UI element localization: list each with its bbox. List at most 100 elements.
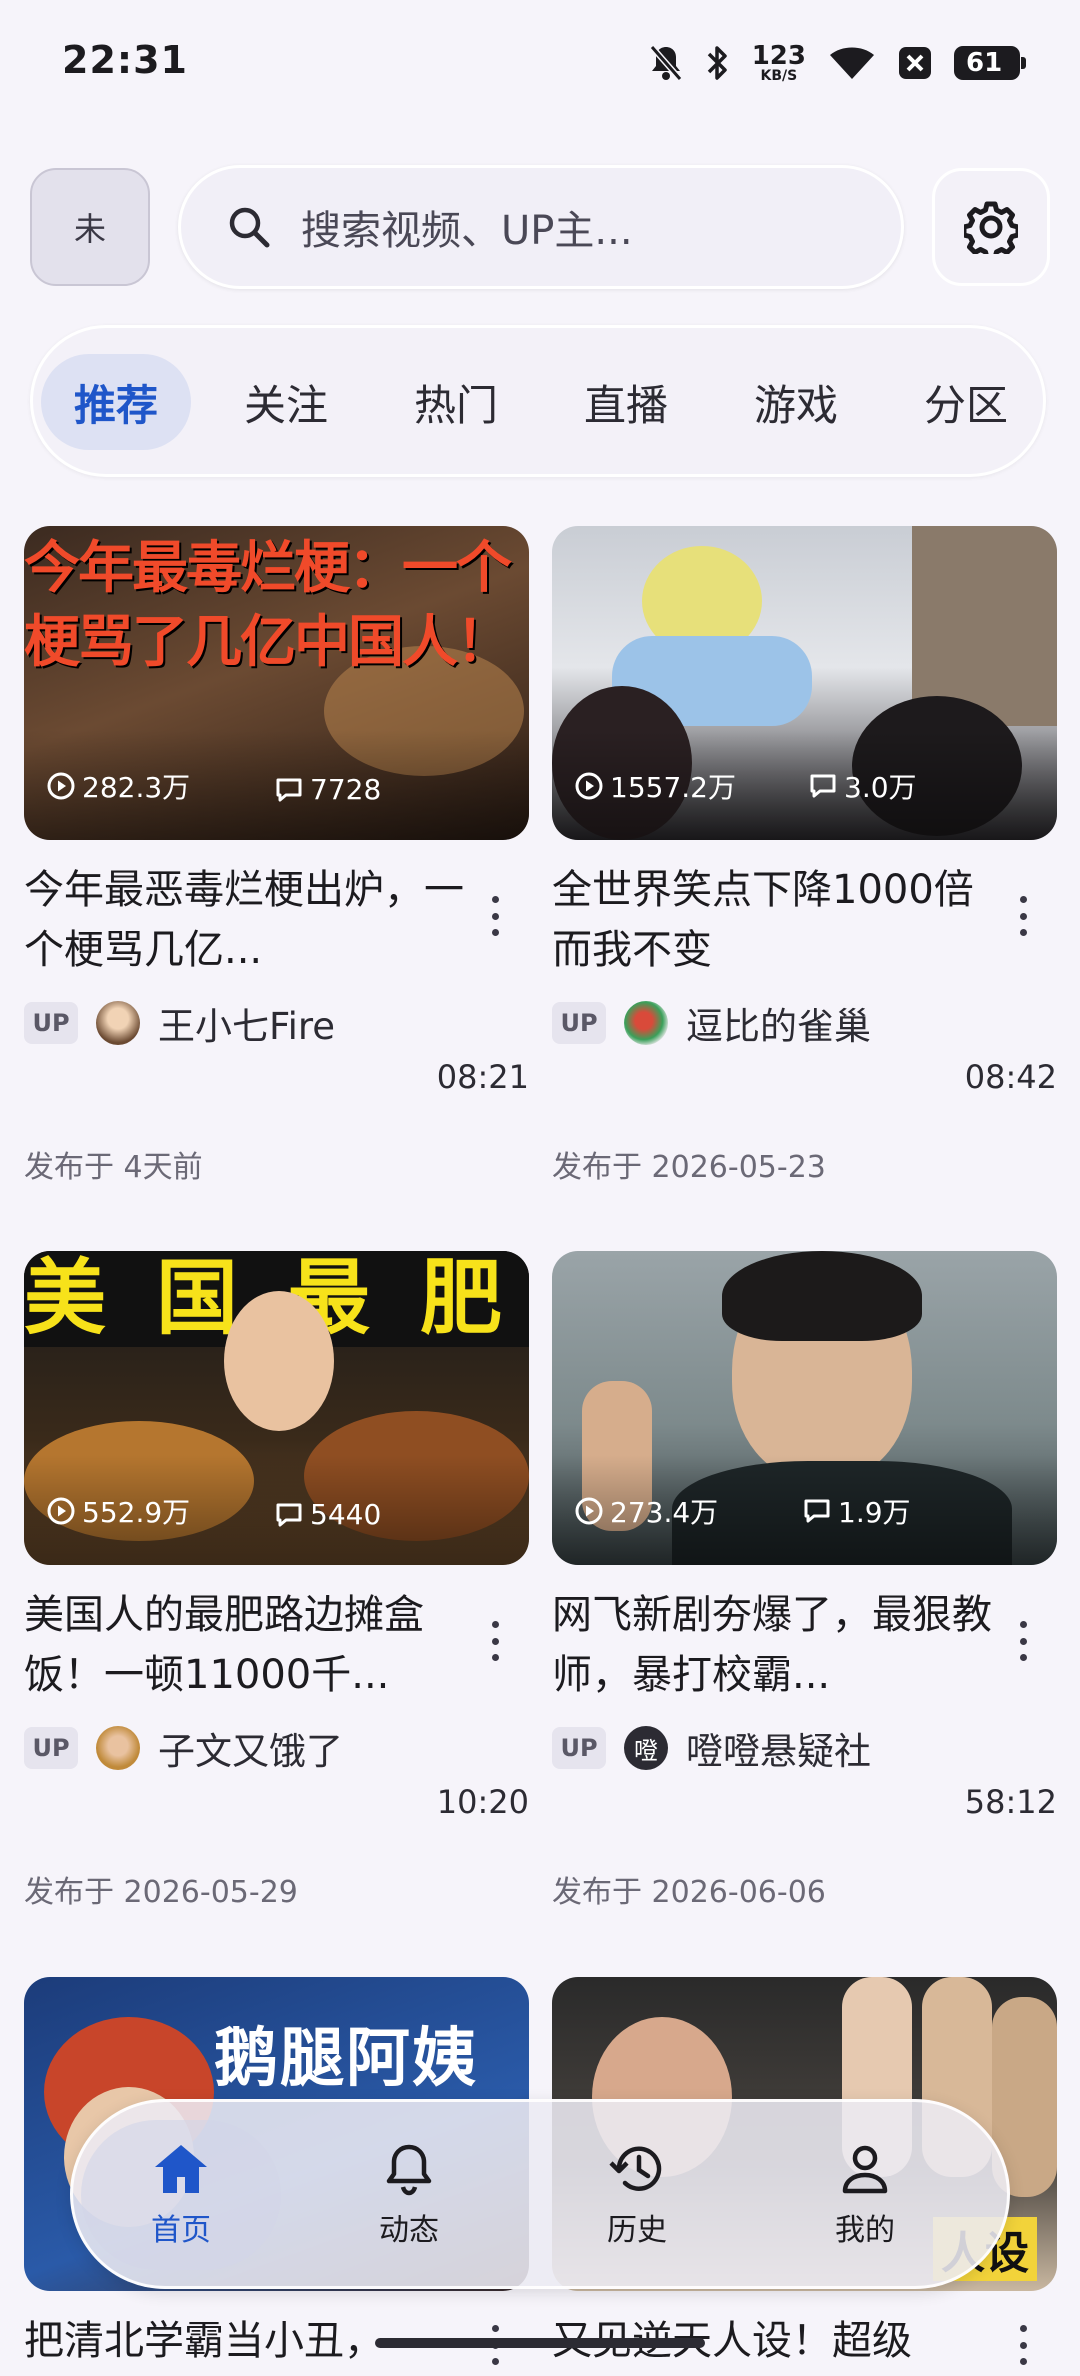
view-count: 282.3万	[46, 766, 190, 806]
comment-count-value: 7728	[310, 773, 382, 806]
comment-count-value: 5440	[310, 1498, 382, 1531]
nav-mine-label: 我的	[835, 2213, 895, 2248]
video-duration: 58:12	[964, 1783, 1057, 1821]
video-duration: 08:21	[436, 1058, 529, 1096]
uploader-avatar	[624, 1001, 668, 1045]
nav-home-label: 首页	[151, 2213, 211, 2248]
uploader-name: 子文又饿了	[158, 1730, 343, 1773]
tab-games[interactable]: 游戏	[721, 354, 871, 450]
net-speed: 123 KB/S	[752, 43, 806, 83]
nav-history[interactable]: 历史	[537, 2120, 737, 2270]
more-options-icon[interactable]	[480, 896, 510, 936]
uploader-name: 噔噔悬疑社	[686, 1730, 871, 1773]
up-badge: UP	[24, 1727, 78, 1769]
uploader-name: 王小七Fire	[158, 1005, 336, 1048]
net-speed-unit: KB/S	[760, 68, 798, 84]
home-indicator[interactable]	[375, 2338, 705, 2348]
user-avatar-button[interactable]: 未	[30, 168, 150, 286]
tab-follow[interactable]: 关注	[211, 354, 361, 450]
more-options-icon[interactable]	[1008, 1621, 1038, 1661]
nav-dynamic[interactable]: 动态	[309, 2120, 509, 2270]
video-thumbnail[interactable]: 美国最肥 552.9万 5440	[24, 1251, 529, 1565]
play-count-icon	[47, 1497, 75, 1525]
home-icon	[155, 2145, 207, 2193]
bell-muted-icon	[649, 45, 682, 81]
avatar-text: 未	[73, 210, 106, 248]
comment-icon	[810, 774, 836, 798]
uploader-avatar: 噔	[624, 1726, 668, 1770]
uploader-row[interactable]: UP 噔 噔噔悬疑社	[552, 1721, 871, 1775]
video-title[interactable]: 今年最恶毒烂梗出炉，一个梗骂几亿...	[24, 860, 464, 980]
video-thumbnail[interactable]: 今年最毒烂梗：一个梗骂了几亿中国人！ 282.3万 7728	[24, 526, 529, 840]
thumbnail-caption: 鹅腿阿姨	[214, 2022, 478, 2096]
more-options-icon[interactable]	[1008, 2325, 1038, 2365]
comment-icon	[276, 778, 302, 801]
video-title[interactable]: 网飞新剧夯爆了，最狠教师，暴打校霸...	[552, 1585, 992, 1705]
up-badge: UP	[552, 1002, 606, 1044]
publish-date: 发布于 2026-06-06	[552, 1875, 826, 1910]
publish-date: 发布于 2026-05-23	[552, 1150, 826, 1185]
thumbnail-person	[224, 1291, 334, 1431]
comment-count: 1.9万	[802, 1491, 911, 1531]
uploader-name: 逗比的雀巢	[686, 1005, 871, 1048]
tab-hot[interactable]: 热门	[381, 354, 531, 450]
bell-icon	[386, 2144, 432, 2196]
uploader-avatar	[96, 1726, 140, 1770]
play-count-icon	[47, 772, 75, 800]
nav-mine[interactable]: 我的	[765, 2120, 965, 2270]
nav-history-label: 历史	[607, 2213, 667, 2248]
view-count: 1557.2万	[574, 766, 736, 806]
bottom-navigation: 首页 动态 历史 我的	[70, 2099, 1010, 2289]
status-icons: 123 KB/S 61	[648, 36, 1026, 90]
view-count-value: 1557.2万	[610, 771, 736, 804]
view-count-value: 282.3万	[82, 771, 191, 804]
tab-sections[interactable]: 分区	[891, 354, 1041, 450]
video-thumbnail[interactable]: 273.4万 1.9万	[552, 1251, 1057, 1565]
video-title[interactable]: 美国人的最肥路边摊盒饭！一顿11000千...	[24, 1585, 464, 1705]
tab-recommend[interactable]: 推荐	[41, 354, 191, 450]
publish-date: 发布于 4天前	[24, 1150, 203, 1185]
person-icon	[842, 2145, 888, 2194]
status-bar: 22:31 123 KB/S 61	[0, 0, 1080, 130]
comment-count: 3.0万	[808, 766, 917, 806]
category-tabs: 推荐 关注 热门 直播 游戏 分区	[30, 325, 1046, 477]
play-count-icon	[575, 1497, 603, 1525]
view-count: 273.4万	[574, 1491, 718, 1531]
history-icon	[609, 2146, 662, 2191]
uploader-row[interactable]: UP 逗比的雀巢	[552, 996, 871, 1050]
search-bar[interactable]: 搜索视频、UP主...	[178, 165, 904, 289]
status-time: 22:31	[62, 38, 188, 82]
nav-dynamic-label: 动态	[379, 2213, 439, 2248]
close-box-icon	[899, 47, 931, 79]
view-count-value: 552.9万	[82, 1496, 191, 1529]
nav-home[interactable]: 首页	[81, 2120, 281, 2270]
comment-icon	[804, 1499, 830, 1523]
video-duration: 08:42	[964, 1058, 1057, 1096]
search-placeholder: 搜索视频、UP主...	[301, 208, 633, 254]
video-thumbnail[interactable]: 1557.2万 3.0万	[552, 526, 1057, 840]
net-speed-value: 123	[751, 41, 806, 71]
more-options-icon[interactable]	[480, 1621, 510, 1661]
comment-count: 7728	[274, 773, 381, 806]
battery-icon: 61	[954, 46, 1026, 80]
video-duration: 10:20	[436, 1783, 529, 1821]
uploader-avatar	[96, 1001, 140, 1045]
wifi-icon	[830, 47, 874, 79]
view-count-value: 273.4万	[610, 1496, 719, 1529]
up-badge: UP	[24, 1002, 78, 1044]
settings-button[interactable]	[932, 168, 1050, 286]
comment-icon	[276, 1503, 302, 1526]
comment-count: 5440	[274, 1498, 381, 1531]
video-title[interactable]: 全世界笑点下降1000倍而我不变	[552, 860, 992, 980]
comment-count-value: 3.0万	[844, 771, 917, 804]
uploader-row[interactable]: UP 王小七Fire	[24, 996, 335, 1050]
search-icon	[229, 207, 270, 248]
more-options-icon[interactable]	[1008, 896, 1038, 936]
up-badge: UP	[552, 1727, 606, 1769]
uploader-row[interactable]: UP 子文又饿了	[24, 1721, 343, 1775]
bluetooth-icon	[707, 46, 727, 80]
thumbnail-caption: 今年最毒烂梗：一个梗骂了几亿中国人！	[24, 536, 512, 675]
view-count: 552.9万	[46, 1491, 190, 1531]
gear-icon	[964, 201, 1018, 254]
tab-live[interactable]: 直播	[551, 354, 701, 450]
